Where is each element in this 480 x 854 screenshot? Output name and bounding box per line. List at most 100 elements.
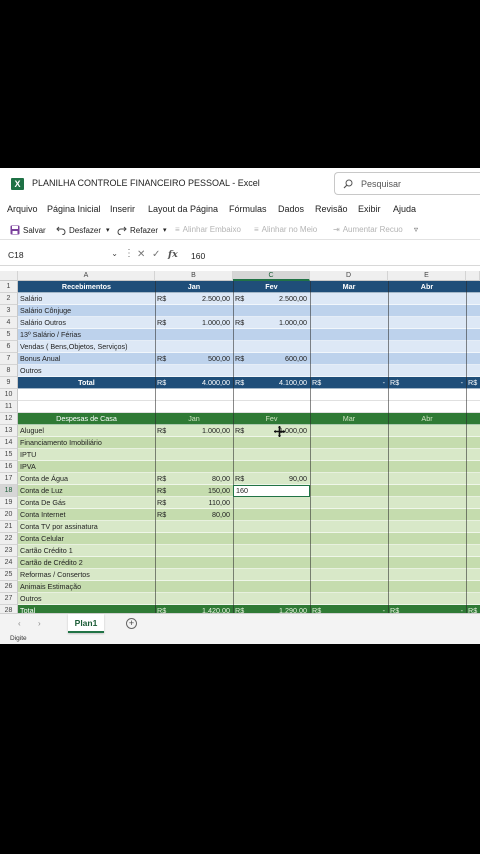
column-header-e[interactable]: E — [388, 271, 466, 281]
receipt-jan-value[interactable]: 500,00 — [173, 353, 233, 365]
receipt-label[interactable]: Salário Outros — [18, 317, 155, 329]
expense-label[interactable]: IPVA — [18, 461, 155, 473]
row-header-13[interactable]: 13 — [0, 425, 18, 437]
receipts-month-fev[interactable]: Fev — [233, 281, 310, 293]
row-header-1[interactable]: 1 — [0, 281, 18, 293]
receipt-label[interactable]: Vendas ( Bens,Objetos, Serviços) — [18, 341, 155, 353]
row-header-26[interactable]: 26 — [0, 581, 18, 593]
expense-jan-value[interactable]: 80,00 — [173, 473, 233, 485]
row-header-27[interactable]: 27 — [0, 593, 18, 605]
column-header-c[interactable]: C — [233, 271, 310, 281]
expense-jan-value[interactable]: 110,00 — [173, 497, 233, 509]
expense-label[interactable]: Reformas / Consertos — [18, 569, 155, 581]
row-header-16[interactable]: 16 — [0, 461, 18, 473]
expense-label[interactable]: Financiamento Imobiliário — [18, 437, 155, 449]
menu-pagina-inicial[interactable]: Página Inicial — [47, 204, 101, 214]
expense-label[interactable]: Conta Celular — [18, 533, 155, 545]
row-header-9[interactable]: 9 — [0, 377, 18, 389]
select-all-corner[interactable] — [0, 271, 18, 281]
expense-jan-value[interactable]: 1.000,00 — [173, 425, 233, 437]
undo-dropdown-icon[interactable]: ▾ — [106, 226, 110, 234]
expenses-month-jan[interactable]: Jan — [155, 413, 233, 425]
row-header-25[interactable]: 25 — [0, 569, 18, 581]
receipts-total-fev[interactable]: 4.100,00 — [251, 377, 310, 389]
receipts-total-jan[interactable]: 4.000,00 — [173, 377, 233, 389]
row-header-5[interactable]: 5 — [0, 329, 18, 341]
expense-jan-value[interactable]: 150,00 — [173, 485, 233, 497]
save-button[interactable]: Salvar — [10, 225, 46, 235]
column-header-a[interactable]: A — [18, 271, 155, 281]
row-header-18[interactable]: 18 — [0, 485, 18, 497]
receipt-label[interactable]: Salário Cônjuge — [18, 305, 155, 317]
receipts-month-jan[interactable]: Jan — [155, 281, 233, 293]
receipt-label[interactable]: Salário — [18, 293, 155, 305]
receipt-label[interactable]: 13º Salário / Férias — [18, 329, 155, 341]
column-header-b[interactable]: B — [155, 271, 233, 281]
expense-label[interactable]: Cartão de Crédito 2 — [18, 557, 155, 569]
row-header-17[interactable]: 17 — [0, 473, 18, 485]
ribbon-more-icon[interactable]: ▿ — [414, 225, 418, 234]
expenses-month-fev[interactable]: Fev — [233, 413, 310, 425]
redo-button[interactable]: Refazer ▾ — [117, 225, 167, 235]
prev-sheet-icon[interactable]: ‹ — [18, 619, 21, 628]
menu-inserir[interactable]: Inserir — [110, 204, 135, 214]
cancel-icon[interactable]: ✕ — [137, 249, 145, 260]
align-middle-button[interactable]: ≡ Alinhar no Meio — [254, 225, 317, 234]
search-box[interactable]: Pesquisar — [334, 172, 480, 195]
expenses-header[interactable]: Despesas de Casa — [18, 413, 155, 425]
expense-label[interactable]: Outros — [18, 593, 155, 605]
expense-label[interactable]: Conta TV por assinatura — [18, 521, 155, 533]
expenses-month-mar[interactable]: Mar — [310, 413, 388, 425]
receipts-month-mar[interactable]: Mar — [310, 281, 388, 293]
row-header-6[interactable]: 6 — [0, 341, 18, 353]
more-options-icon[interactable]: ⋮ — [124, 248, 134, 259]
row-header-7[interactable]: 7 — [0, 353, 18, 365]
expense-label[interactable]: IPTU — [18, 449, 155, 461]
receipt-jan-value[interactable]: 1.000,00 — [173, 317, 233, 329]
row-header-11[interactable]: 11 — [0, 401, 18, 413]
menu-dados[interactable]: Dados — [278, 204, 304, 214]
sheet-tab-plan1[interactable]: Plan1 — [68, 614, 104, 633]
insert-function-icon[interactable]: fx — [168, 249, 178, 260]
next-sheet-icon[interactable]: › — [38, 619, 41, 628]
row-header-20[interactable]: 20 — [0, 509, 18, 521]
menu-ajuda[interactable]: Ajuda — [393, 204, 416, 214]
expense-label[interactable]: Cartão Crédito 1 — [18, 545, 155, 557]
row-header-4[interactable]: 4 — [0, 317, 18, 329]
column-header-partial[interactable] — [466, 271, 480, 281]
row-header-22[interactable]: 22 — [0, 533, 18, 545]
menu-formulas[interactable]: Fórmulas — [229, 204, 267, 214]
row-header-10[interactable]: 10 — [0, 389, 18, 401]
receipt-label[interactable]: Outros — [18, 365, 155, 377]
receipt-jan-value[interactable]: 2.500,00 — [173, 293, 233, 305]
receipts-header[interactable]: Recebimentos — [18, 281, 155, 293]
row-header-19[interactable]: 19 — [0, 497, 18, 509]
column-header-d[interactable]: D — [310, 271, 388, 281]
receipt-fev-value[interactable]: 1.000,00 — [251, 317, 310, 329]
receipt-fev-value[interactable]: 600,00 — [251, 353, 310, 365]
row-header-2[interactable]: 2 — [0, 293, 18, 305]
menu-arquivo[interactable]: Arquivo — [7, 204, 38, 214]
receipt-label[interactable]: Bonus Anual — [18, 353, 155, 365]
redo-dropdown-icon[interactable]: ▾ — [163, 226, 167, 234]
menu-layout-da-pagina[interactable]: Layout da Página — [148, 204, 218, 214]
expense-jan-value[interactable]: 80,00 — [173, 509, 233, 521]
formula-input[interactable]: 160 — [191, 251, 205, 261]
enter-check-icon[interactable]: ✓ — [152, 249, 160, 260]
increase-indent-button[interactable]: ⇥ Aumentar Recuo — [333, 225, 403, 234]
expense-label[interactable]: Conta Internet — [18, 509, 155, 521]
receipt-fev-value[interactable]: 2.500,00 — [251, 293, 310, 305]
align-bottom-button[interactable]: ≡ Alinhar Embaixo — [175, 225, 241, 234]
chevron-down-icon[interactable]: ⌄ — [111, 249, 118, 258]
row-header-12[interactable]: 12 — [0, 413, 18, 425]
row-header-3[interactable]: 3 — [0, 305, 18, 317]
expense-fev-value[interactable]: 90,00 — [251, 473, 310, 485]
expense-label[interactable]: Aluguel — [18, 425, 155, 437]
expenses-month-abr[interactable]: Abr — [388, 413, 466, 425]
menu-exibir[interactable]: Exibir — [358, 204, 381, 214]
undo-button[interactable]: Desfazer ▾ — [56, 225, 110, 235]
row-header-8[interactable]: 8 — [0, 365, 18, 377]
menu-revisao[interactable]: Revisão — [315, 204, 348, 214]
row-header-14[interactable]: 14 — [0, 437, 18, 449]
expense-label[interactable]: Animais Estimação — [18, 581, 155, 593]
